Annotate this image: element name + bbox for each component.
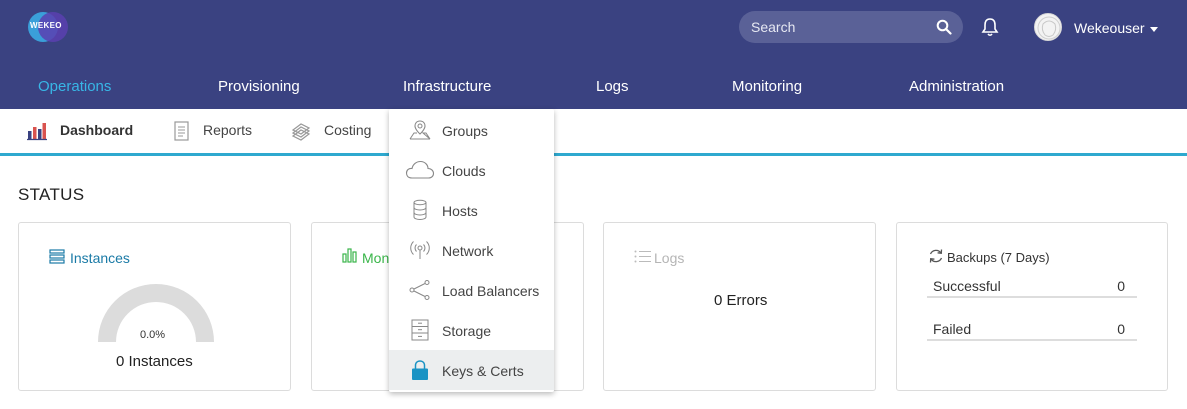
backups-card: Backups (7 Days) Successful 0 Failed 0 — [896, 222, 1168, 391]
map-pin-icon — [409, 120, 431, 140]
search-placeholder: Search — [751, 19, 796, 35]
menu-item-hosts[interactable]: Hosts — [389, 190, 554, 230]
list-lines-icon — [634, 250, 651, 263]
subnav-reports[interactable]: Reports — [203, 122, 252, 138]
menu-item-network[interactable]: Network — [389, 230, 554, 270]
lock-icon — [412, 360, 428, 380]
backup-row-failed: Failed 0 — [927, 319, 1137, 341]
nav-infrastructure[interactable]: Infrastructure — [403, 78, 491, 95]
subnav-costing[interactable]: Costing — [324, 122, 371, 138]
storage-cabinet-icon — [411, 319, 429, 341]
menu-item-label: Keys & Certs — [442, 363, 524, 379]
menu-item-label: Load Balancers — [442, 283, 540, 299]
nav-administration[interactable]: Administration — [909, 78, 1004, 95]
chevron-down-icon[interactable] — [1150, 27, 1158, 32]
avatar[interactable] — [1034, 13, 1062, 41]
bar-chart-icon — [27, 123, 47, 141]
backup-row-value: 0 — [1117, 321, 1125, 337]
top-bar: WEKEO Search Wekeouser Operations Provis… — [0, 0, 1187, 109]
nav-logs[interactable]: Logs — [596, 78, 629, 95]
username[interactable]: Wekeouser — [1074, 20, 1145, 36]
nav-provisioning[interactable]: Provisioning — [218, 78, 300, 95]
backup-row-successful: Successful 0 — [927, 276, 1137, 298]
logs-card: Logs 0 Errors — [603, 222, 876, 391]
document-icon — [174, 121, 189, 141]
gauge-value: 0.0% — [140, 329, 166, 341]
menu-item-label: Groups — [442, 123, 488, 139]
menu-item-label: Storage — [442, 323, 492, 339]
menu-item-storage[interactable]: Storage — [389, 310, 554, 350]
menu-item-load-balancers[interactable]: Load Balancers — [389, 270, 554, 310]
backup-row-label: Failed — [933, 321, 972, 337]
menu-item-groups[interactable]: Groups — [389, 110, 554, 150]
sub-nav: Dashboard Reports Costing — [0, 109, 1187, 156]
instances-card: Instances 0.0% 0 Instances — [18, 222, 291, 391]
search-icon[interactable] — [936, 19, 952, 35]
cloud-icon — [405, 160, 435, 179]
subnav-divider — [0, 153, 1187, 156]
status-title: STATUS — [18, 185, 85, 204]
menu-item-label: Hosts — [442, 203, 478, 219]
nav-monitoring[interactable]: Monitoring — [732, 78, 802, 95]
instances-count: 0 Instances — [116, 353, 193, 370]
monitor-bars-icon — [342, 248, 357, 263]
wekeo-logo[interactable]: WEKEO — [28, 10, 68, 42]
instances-link[interactable]: Instances — [70, 250, 130, 266]
money-stack-icon — [291, 123, 311, 141]
database-icon — [413, 199, 427, 221]
logo-text: WEKEO — [30, 21, 62, 30]
menu-item-clouds[interactable]: Clouds — [389, 150, 554, 190]
signal-icon — [410, 241, 430, 259]
backup-row-label: Successful — [933, 278, 1001, 294]
bell-icon[interactable] — [981, 17, 999, 37]
nav-operations[interactable]: Operations — [38, 78, 111, 95]
list-icon — [49, 249, 65, 264]
backup-row-value: 0 — [1117, 278, 1125, 294]
infrastructure-dropdown: Groups Clouds Hosts Network Load Balance… — [389, 109, 554, 392]
monitoring-link[interactable]: Mon — [362, 250, 389, 266]
search-input[interactable]: Search — [739, 11, 963, 43]
menu-item-keys-certs[interactable]: Keys & Certs — [389, 350, 554, 390]
subnav-dashboard[interactable]: Dashboard — [60, 122, 133, 138]
logs-link[interactable]: Logs — [654, 250, 684, 266]
refresh-icon — [929, 249, 943, 263]
menu-item-label: Clouds — [442, 163, 486, 179]
menu-item-label: Network — [442, 243, 494, 259]
backups-title: Backups (7 Days) — [947, 250, 1050, 265]
errors-count: 0 Errors — [714, 292, 768, 309]
share-icon — [409, 280, 430, 300]
